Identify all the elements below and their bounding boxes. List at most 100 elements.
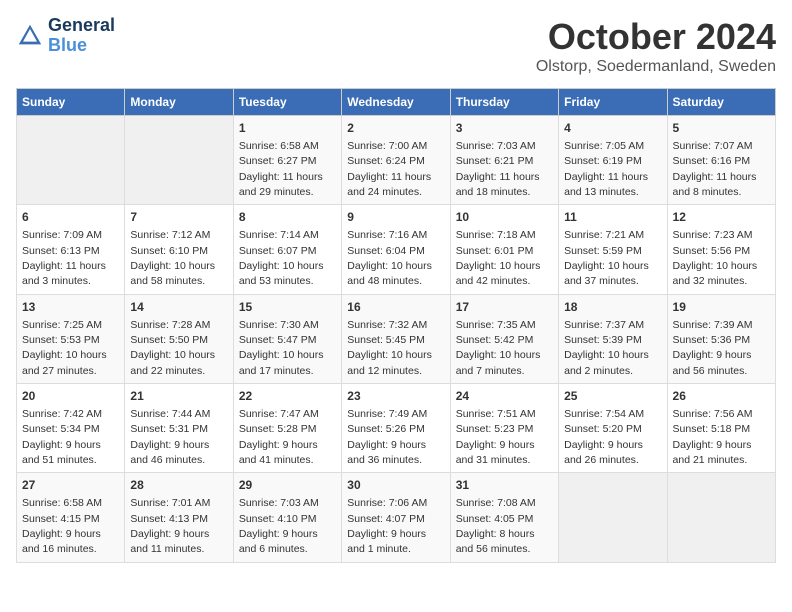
day-info: Sunrise: 7:39 AMSunset: 5:36 PMDaylight:… xyxy=(673,319,753,377)
day-number: 5 xyxy=(673,120,770,137)
calendar-week-row: 13 Sunrise: 7:25 AMSunset: 5:53 PMDayligh… xyxy=(17,294,776,383)
day-info: Sunrise: 7:25 AMSunset: 5:53 PMDaylight:… xyxy=(22,319,107,377)
day-number: 1 xyxy=(239,120,336,137)
month-title: October 2024 xyxy=(536,16,776,58)
day-number: 30 xyxy=(347,477,444,494)
day-info: Sunrise: 7:18 AMSunset: 6:01 PMDaylight:… xyxy=(456,229,541,287)
calendar-cell: 30 Sunrise: 7:06 AMSunset: 4:07 PMDayligh… xyxy=(342,473,450,562)
day-number: 22 xyxy=(239,388,336,405)
calendar-cell: 12 Sunrise: 7:23 AMSunset: 5:56 PMDayligh… xyxy=(667,205,775,294)
day-info: Sunrise: 7:35 AMSunset: 5:42 PMDaylight:… xyxy=(456,319,541,377)
day-info: Sunrise: 7:51 AMSunset: 5:23 PMDaylight:… xyxy=(456,408,536,466)
day-info: Sunrise: 7:07 AMSunset: 6:16 PMDaylight:… xyxy=(673,140,757,198)
day-number: 6 xyxy=(22,209,119,226)
title-area: October 2024 Olstorp, Soedermanland, Swe… xyxy=(536,16,776,76)
day-number: 10 xyxy=(456,209,553,226)
calendar-cell: 11 Sunrise: 7:21 AMSunset: 5:59 PMDayligh… xyxy=(559,205,667,294)
day-number: 11 xyxy=(564,209,661,226)
calendar-cell: 28Sunrise: 7:01 AMSunset: 4:13 PMDayligh… xyxy=(125,473,233,562)
day-info: Sunrise: 7:32 AMSunset: 5:45 PMDaylight:… xyxy=(347,319,432,377)
day-number: 7 xyxy=(130,209,227,226)
day-info: Sunrise: 7:37 AMSunset: 5:39 PMDaylight:… xyxy=(564,319,649,377)
day-number: 16 xyxy=(347,299,444,316)
day-info: Sunrise: 6:58 AMSunset: 4:15 PMDaylight:… xyxy=(22,497,102,555)
calendar-cell xyxy=(559,473,667,562)
calendar-cell: 7 Sunrise: 7:12 AMSunset: 6:10 PMDaylight… xyxy=(125,205,233,294)
calendar-cell: 14 Sunrise: 7:28 AMSunset: 5:50 PMDayligh… xyxy=(125,294,233,383)
day-info: Sunrise: 7:47 AMSunset: 5:28 PMDaylight:… xyxy=(239,408,319,466)
calendar-cell: 17 Sunrise: 7:35 AMSunset: 5:42 PMDayligh… xyxy=(450,294,558,383)
day-number: 3 xyxy=(456,120,553,137)
day-info: Sunrise: 7:28 AMSunset: 5:50 PMDaylight:… xyxy=(130,319,215,377)
day-info: Sunrise: 7:05 AMSunset: 6:19 PMDaylight:… xyxy=(564,140,648,198)
day-of-week-header: Friday xyxy=(559,89,667,116)
calendar-cell: 13 Sunrise: 7:25 AMSunset: 5:53 PMDayligh… xyxy=(17,294,125,383)
day-of-week-header: Wednesday xyxy=(342,89,450,116)
calendar-cell: 4 Sunrise: 7:05 AMSunset: 6:19 PMDaylight… xyxy=(559,116,667,205)
day-info: Sunrise: 7:54 AMSunset: 5:20 PMDaylight:… xyxy=(564,408,644,466)
calendar-cell: 6 Sunrise: 7:09 AMSunset: 6:13 PMDaylight… xyxy=(17,205,125,294)
day-number: 27 xyxy=(22,477,119,494)
calendar-cell: 31 Sunrise: 7:08 AMSunset: 4:05 PMDayligh… xyxy=(450,473,558,562)
day-number: 9 xyxy=(347,209,444,226)
calendar-cell: 21 Sunrise: 7:44 AMSunset: 5:31 PMDayligh… xyxy=(125,384,233,473)
day-number: 29 xyxy=(239,477,336,494)
subtitle: Olstorp, Soedermanland, Sweden xyxy=(536,58,776,76)
calendar-cell: 18 Sunrise: 7:37 AMSunset: 5:39 PMDayligh… xyxy=(559,294,667,383)
day-info: Sunrise: 6:58 AMSunset: 6:27 PMDaylight:… xyxy=(239,140,323,198)
calendar-cell: 15 Sunrise: 7:30 AMSunset: 5:47 PMDayligh… xyxy=(233,294,341,383)
day-of-week-header: Monday xyxy=(125,89,233,116)
day-number: 23 xyxy=(347,388,444,405)
day-info: Sunrise: 7:03 AMSunset: 4:10 PMDaylight:… xyxy=(239,497,319,555)
day-info: Sunrise: 7:14 AMSunset: 6:07 PMDaylight:… xyxy=(239,229,324,287)
calendar-week-row: 6 Sunrise: 7:09 AMSunset: 6:13 PMDaylight… xyxy=(17,205,776,294)
day-info: Sunrise: 7:23 AMSunset: 5:56 PMDaylight:… xyxy=(673,229,758,287)
calendar-cell: 25Sunrise: 7:54 AMSunset: 5:20 PMDayligh… xyxy=(559,384,667,473)
calendar-cell: 24Sunrise: 7:51 AMSunset: 5:23 PMDayligh… xyxy=(450,384,558,473)
calendar-cell: 10 Sunrise: 7:18 AMSunset: 6:01 PMDayligh… xyxy=(450,205,558,294)
day-info: Sunrise: 7:44 AMSunset: 5:31 PMDaylight:… xyxy=(130,408,210,466)
calendar-cell: 19 Sunrise: 7:39 AMSunset: 5:36 PMDayligh… xyxy=(667,294,775,383)
calendar-cell: 1 Sunrise: 6:58 AMSunset: 6:27 PMDaylight… xyxy=(233,116,341,205)
day-number: 12 xyxy=(673,209,770,226)
calendar-cell: 9 Sunrise: 7:16 AMSunset: 6:04 PMDaylight… xyxy=(342,205,450,294)
day-number: 13 xyxy=(22,299,119,316)
logo-icon xyxy=(16,22,44,50)
calendar-cell: 2Sunrise: 7:00 AMSunset: 6:24 PMDaylight… xyxy=(342,116,450,205)
calendar-week-row: 20Sunrise: 7:42 AMSunset: 5:34 PMDayligh… xyxy=(17,384,776,473)
day-info: Sunrise: 7:56 AMSunset: 5:18 PMDaylight:… xyxy=(673,408,753,466)
calendar-table: SundayMondayTuesdayWednesdayThursdayFrid… xyxy=(16,88,776,563)
day-info: Sunrise: 7:16 AMSunset: 6:04 PMDaylight:… xyxy=(347,229,432,287)
day-info: Sunrise: 7:00 AMSunset: 6:24 PMDaylight:… xyxy=(347,140,431,198)
day-number: 19 xyxy=(673,299,770,316)
day-number: 28 xyxy=(130,477,227,494)
day-number: 14 xyxy=(130,299,227,316)
calendar-cell xyxy=(125,116,233,205)
day-info: Sunrise: 7:12 AMSunset: 6:10 PMDaylight:… xyxy=(130,229,215,287)
day-info: Sunrise: 7:21 AMSunset: 5:59 PMDaylight:… xyxy=(564,229,649,287)
calendar-cell: 23 Sunrise: 7:49 AMSunset: 5:26 PMDayligh… xyxy=(342,384,450,473)
day-number: 4 xyxy=(564,120,661,137)
day-info: Sunrise: 7:42 AMSunset: 5:34 PMDaylight:… xyxy=(22,408,102,466)
calendar-week-row: 1 Sunrise: 6:58 AMSunset: 6:27 PMDaylight… xyxy=(17,116,776,205)
day-of-week-header: Sunday xyxy=(17,89,125,116)
calendar-cell: 20Sunrise: 7:42 AMSunset: 5:34 PMDayligh… xyxy=(17,384,125,473)
day-info: Sunrise: 7:49 AMSunset: 5:26 PMDaylight:… xyxy=(347,408,427,466)
day-info: Sunrise: 7:03 AMSunset: 6:21 PMDaylight:… xyxy=(456,140,540,198)
calendar-cell: 27 Sunrise: 6:58 AMSunset: 4:15 PMDayligh… xyxy=(17,473,125,562)
logo-text: General Blue xyxy=(48,16,115,56)
day-number: 31 xyxy=(456,477,553,494)
day-number: 15 xyxy=(239,299,336,316)
day-of-week-header: Tuesday xyxy=(233,89,341,116)
day-number: 17 xyxy=(456,299,553,316)
calendar-body: 1 Sunrise: 6:58 AMSunset: 6:27 PMDaylight… xyxy=(17,116,776,563)
day-number: 18 xyxy=(564,299,661,316)
day-info: Sunrise: 7:06 AMSunset: 4:07 PMDaylight:… xyxy=(347,497,427,555)
day-info: Sunrise: 7:09 AMSunset: 6:13 PMDaylight:… xyxy=(22,229,106,287)
day-info: Sunrise: 7:08 AMSunset: 4:05 PMDaylight:… xyxy=(456,497,536,555)
day-number: 8 xyxy=(239,209,336,226)
calendar-cell: 8 Sunrise: 7:14 AMSunset: 6:07 PMDaylight… xyxy=(233,205,341,294)
day-number: 21 xyxy=(130,388,227,405)
calendar-cell: 5 Sunrise: 7:07 AMSunset: 6:16 PMDaylight… xyxy=(667,116,775,205)
day-info: Sunrise: 7:30 AMSunset: 5:47 PMDaylight:… xyxy=(239,319,324,377)
